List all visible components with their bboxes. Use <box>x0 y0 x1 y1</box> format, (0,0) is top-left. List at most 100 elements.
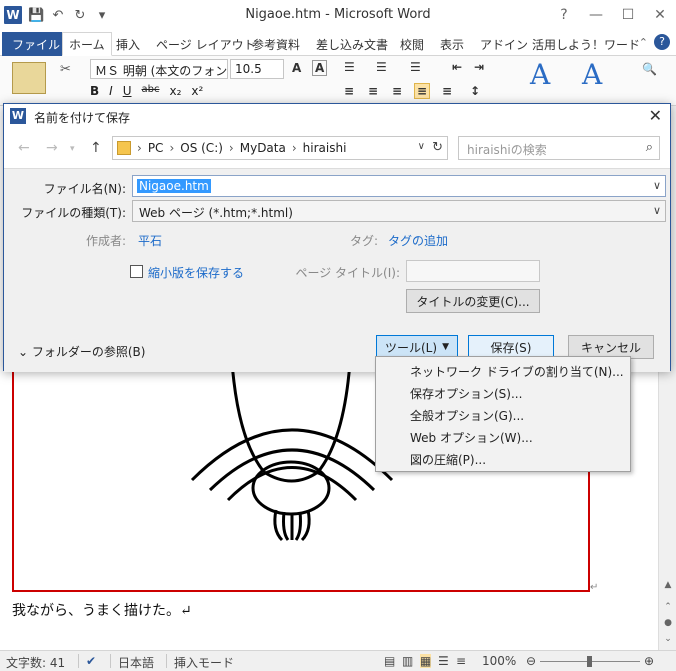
web-layout-icon[interactable]: ▦ <box>420 654 432 668</box>
outline-view-icon[interactable]: ☰ <box>438 654 449 668</box>
bold-button[interactable]: B <box>90 84 99 98</box>
ribbon-collapse-icon[interactable]: ⌃ <box>639 36 648 49</box>
title-bar: W 💾 ↶ ↻ ▾ Nigaoe.htm - Microsoft Word ? … <box>0 0 676 30</box>
filetype-select[interactable]: Web ページ (*.htm;*.html) ∨ <box>132 200 666 222</box>
tab-page-layout[interactable]: ページ レイアウト <box>150 32 262 56</box>
dialog-close-icon[interactable]: ✕ <box>649 106 662 125</box>
superscript-button[interactable]: x² <box>191 84 203 98</box>
breadcrumb: › PC › OS (C:) › MyData › hiraishi <box>137 141 347 155</box>
tab-home[interactable]: ホーム <box>62 32 112 56</box>
align-right-icon[interactable]: ≡ <box>392 84 402 98</box>
full-screen-reading-icon[interactable]: ▥ <box>402 654 413 668</box>
line-spacing-icon[interactable]: ↕ <box>470 84 480 98</box>
decrease-indent-icon[interactable]: ⇤ <box>452 60 462 74</box>
tab-view[interactable]: 表示 <box>434 32 470 56</box>
maximize-icon[interactable]: ☐ <box>612 4 644 26</box>
bullets-icon[interactable]: ☰ <box>344 60 355 74</box>
proofing-icon[interactable]: ✔ <box>86 654 96 668</box>
print-layout-icon[interactable]: ▤ <box>384 654 395 668</box>
align-left-icon[interactable]: ≡ <box>344 84 354 98</box>
menu-general-options[interactable]: 全般オプション(G)... <box>410 407 524 424</box>
menu-map-network-drive[interactable]: ネットワーク ドライブの割り当て(N)... <box>410 363 624 380</box>
grow-font-icon[interactable]: A <box>292 61 301 75</box>
breadcrumb-mydata[interactable]: MyData <box>240 141 286 155</box>
filename-dropdown-icon[interactable]: ∨ <box>653 179 661 192</box>
close-icon[interactable]: ✕ <box>644 4 676 26</box>
tab-references[interactable]: 参考資料 <box>246 32 306 56</box>
increase-indent-icon[interactable]: ⇥ <box>474 60 484 74</box>
filetype-dropdown-icon[interactable]: ∨ <box>653 204 661 217</box>
change-styles-icon[interactable]: A <box>582 58 602 91</box>
zoom-in-icon[interactable]: ⊕ <box>644 654 654 668</box>
scroll-up-icon[interactable]: ▲ <box>662 580 674 590</box>
align-center-icon[interactable]: ≡ <box>368 84 378 98</box>
multilevel-list-icon[interactable]: ☰ <box>410 60 421 74</box>
ribbon-tabs: ファイル ホーム 挿入 ページ レイアウト 参考資料 差し込み文書 校閲 表示 … <box>0 30 676 56</box>
minimize-icon[interactable]: — <box>580 4 612 26</box>
back-arrow-icon[interactable]: ← <box>18 140 30 156</box>
author-value[interactable]: 平石 <box>138 232 162 249</box>
tools-label: ツール(L) <box>385 340 438 355</box>
clear-format-icon[interactable]: A <box>312 60 328 76</box>
styles-gallery-icon[interactable]: A <box>530 58 550 91</box>
menu-save-options[interactable]: 保存オプション(S)... <box>410 385 522 402</box>
forward-arrow-icon[interactable]: → <box>46 140 58 156</box>
thumbnail-checkbox[interactable] <box>130 265 143 278</box>
document-text[interactable]: 我ながら、うまく描けた。↵ <box>12 600 192 620</box>
address-dropdown-icon[interactable]: ∨ <box>418 141 425 152</box>
zoom-slider-thumb[interactable] <box>587 656 592 667</box>
address-bar[interactable]: › PC › OS (C:) › MyData › hiraishi ∨ ↻ <box>112 136 448 160</box>
strikethrough-button[interactable]: abc <box>142 84 160 98</box>
numbering-icon[interactable]: ☰ <box>376 60 387 74</box>
paragraph-mark-icon: ↵ <box>590 582 599 593</box>
subscript-button[interactable]: x₂ <box>169 84 181 98</box>
font-name-box[interactable]: ＭＳ 明朝 (本文のフォン <box>90 59 228 79</box>
italic-button[interactable]: I <box>109 84 113 98</box>
author-label: 作成者: <box>85 234 126 248</box>
dialog-title: 名前を付けて保存 <box>34 111 131 125</box>
tab-katsuyo[interactable]: 活用しよう！ワード <box>526 32 646 56</box>
zoom-level[interactable]: 100% <box>482 654 516 668</box>
breadcrumb-os-c[interactable]: OS (C:) <box>180 141 223 155</box>
menu-web-options[interactable]: Web オプション(W)... <box>410 429 533 446</box>
distribute-icon[interactable]: ≡ <box>442 84 452 98</box>
browse-object-icon[interactable]: ● <box>662 618 674 628</box>
language-indicator[interactable]: 日本語 <box>118 654 154 671</box>
draft-view-icon[interactable]: ≡ <box>456 654 466 668</box>
font-size-box[interactable]: 10.5 <box>230 59 284 79</box>
recent-locations-icon[interactable]: ▾ <box>70 144 75 154</box>
help-icon[interactable]: ? <box>548 4 580 26</box>
filename-label: ファイル名(N): <box>43 182 126 196</box>
tab-file[interactable]: ファイル <box>2 32 71 56</box>
menu-compress-pictures[interactable]: 図の圧縮(P)... <box>410 451 486 468</box>
underline-button[interactable]: U <box>123 84 132 98</box>
status-bar: 文字数: 41 ✔ 日本語 挿入モード ▤ ▥ ▦ ☰ ≡ 100% ⊖ ⊕ <box>0 650 676 671</box>
filename-field[interactable]: Nigaoe.htm ∨ <box>132 175 666 197</box>
word-count[interactable]: 文字数: 41 <box>6 654 65 671</box>
paste-icon[interactable] <box>12 62 46 94</box>
change-title-button[interactable]: タイトルの変更(C)... <box>406 289 540 313</box>
breadcrumb-hiraishi[interactable]: hiraishi <box>303 141 347 155</box>
thumbnail-label[interactable]: 縮小版を保存する <box>148 264 244 281</box>
next-page-icon[interactable]: ⌄ <box>662 634 674 644</box>
tab-mailings[interactable]: 差し込み文書 <box>310 32 394 56</box>
insert-mode-indicator[interactable]: 挿入モード <box>174 654 234 671</box>
cut-icon[interactable]: ✂ <box>60 62 71 77</box>
find-icon[interactable]: 🔍 <box>642 62 657 76</box>
breadcrumb-pc[interactable]: PC <box>148 141 164 155</box>
page-title-input[interactable] <box>406 260 540 282</box>
zoom-out-icon[interactable]: ⊖ <box>526 654 536 668</box>
search-icon[interactable]: ⌕ <box>646 140 653 155</box>
tab-addins[interactable]: アドイン <box>474 32 534 56</box>
prev-page-icon[interactable]: ⌃ <box>662 602 674 612</box>
add-tag-link[interactable]: タグの追加 <box>388 232 448 249</box>
justify-icon[interactable]: ≡ <box>414 83 431 99</box>
tab-insert[interactable]: 挿入 <box>110 32 146 56</box>
up-arrow-icon[interactable]: ↑ <box>90 140 102 156</box>
refresh-icon[interactable]: ↻ <box>432 140 443 155</box>
search-input[interactable]: hiraishiの検索 ⌕ <box>458 136 660 160</box>
browse-folders-toggle[interactable]: ⌄ フォルダーの参照(B) <box>18 343 145 360</box>
dialog-title-bar: W 名前を付けて保存 ✕ <box>4 104 670 128</box>
tab-review[interactable]: 校閲 <box>394 32 430 56</box>
help-circle-icon[interactable]: ? <box>654 34 670 50</box>
